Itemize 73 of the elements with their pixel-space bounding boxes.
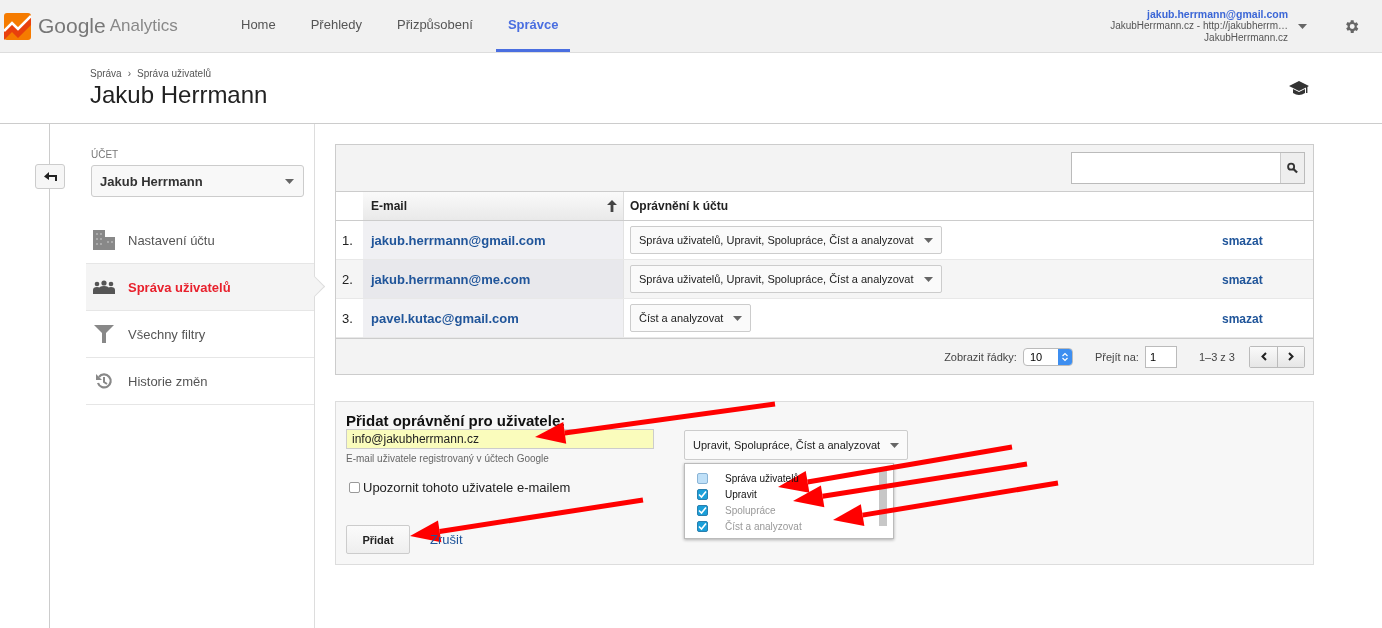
sidebar-item-label: Historie změn — [128, 373, 208, 389]
sidebar-item-label: Všechny filtry — [128, 326, 206, 342]
rows-dropdown[interactable]: 10 — [1022, 347, 1073, 366]
permissions-dropdown[interactable]: Správa uživatelů, Upravit, Spolupráce, Číst a analyzovat — [630, 226, 942, 254]
permissions-dropdown[interactable]: Správa uživatelů, Upravit, Spolupráce, Číst a analyzovat — [630, 265, 942, 293]
nav-tab[interactable]: Přehledy — [298, 0, 374, 52]
column-header: Oprávnění k účtu — [630, 199, 729, 213]
email-hint: E-mail uživatele registrovaný v účtech Google — [346, 453, 550, 464]
page-title: Jakub Herrmann — [90, 80, 268, 109]
row-number: 3. — [342, 310, 353, 326]
chevron-right-icon — [1288, 352, 1294, 361]
row-number: 2. — [342, 271, 353, 287]
pagination-range: 1–3 z 3 — [1198, 350, 1235, 363]
breadcrumb-separator: › — [127, 67, 132, 79]
column-header[interactable]: E-mail — [371, 199, 407, 213]
breadcrumb-link[interactable]: Správa — [90, 67, 122, 79]
nav-tab[interactable]: Home — [229, 0, 288, 52]
filter-icon — [94, 325, 114, 343]
account-email[interactable]: jakub.herrmann@gmail.com — [1147, 8, 1288, 20]
sidebar-item[interactable]: Všechny filtry — [86, 311, 314, 358]
next-page-button[interactable] — [1277, 346, 1304, 367]
building-icon — [93, 230, 115, 250]
option-checkbox[interactable] — [697, 472, 708, 484]
users-icon — [93, 280, 115, 294]
graduation-cap-icon[interactable] — [1289, 80, 1309, 96]
stepper-icon — [1061, 351, 1068, 362]
caret-icon — [890, 442, 900, 448]
caret-icon — [923, 237, 933, 243]
delete-link[interactable]: smazat — [1222, 311, 1263, 326]
back-button[interactable] — [35, 164, 65, 189]
chevron-left-icon — [1260, 352, 1267, 361]
nav-tab[interactable]: Správce — [495, 0, 571, 52]
logo-wordmark: Google — [38, 14, 106, 38]
nav-tab[interactable]: Přizpůsobení — [385, 0, 485, 52]
page-input[interactable]: 1 — [1144, 345, 1177, 368]
add-button[interactable]: Přidat — [346, 525, 410, 554]
search-field[interactable] — [1071, 152, 1305, 184]
delete-link[interactable]: smazat — [1222, 233, 1263, 248]
account-dropdown[interactable]: Jakub Herrmann — [91, 165, 304, 197]
goto-label: Přejít na: — [1094, 350, 1139, 363]
previous-page-button[interactable] — [1250, 346, 1277, 367]
breadcrumb-link[interactable]: Správa uživatelů — [137, 67, 211, 79]
caret-icon — [923, 276, 933, 282]
form-title: Přidat oprávnění pro uživatele: — [346, 412, 567, 429]
caret-icon — [1298, 23, 1307, 29]
cancel-link[interactable]: Zrušit — [430, 532, 463, 547]
sidebar-item-label: Správa uživatelů — [128, 279, 231, 295]
email-input[interactable]: info@jakubherrmann.cz — [346, 429, 654, 449]
sort-arrow-icon — [607, 200, 617, 212]
account-view[interactable]: JakubHerrmann.cz — [1204, 32, 1288, 44]
section-label: ÚČET — [90, 149, 119, 160]
sidebar-item-label: Nastavení účtu — [128, 232, 215, 248]
logo-product-name: Analytics — [109, 16, 178, 36]
permissions-dropdown[interactable]: Upravit, Spolupráce, Číst a analyzovat — [684, 430, 909, 460]
delete-link[interactable]: smazat — [1222, 272, 1263, 287]
history-icon — [95, 372, 113, 390]
row-number: 1. — [342, 232, 353, 248]
notify-checkbox[interactable] — [349, 482, 360, 493]
rows-label: Zobrazit řádky: — [944, 350, 1017, 363]
account-property[interactable]: JakubHerrmann.cz - http://jakubherrm… — [1110, 20, 1288, 32]
search-button[interactable] — [1280, 153, 1304, 183]
search-icon — [1287, 162, 1298, 174]
settings-icon[interactable] — [1343, 17, 1360, 35]
caret-icon — [285, 178, 294, 184]
caret-icon — [733, 315, 743, 321]
logo-icon — [4, 12, 31, 40]
option-checkbox[interactable] — [697, 488, 708, 500]
notify-label: Upozornit tohoto uživatele e-mailem — [363, 480, 571, 495]
scrollbar[interactable] — [879, 470, 887, 526]
option-label[interactable]: Upravit — [725, 488, 757, 500]
back-arrow-icon — [43, 172, 57, 181]
sidebar-item[interactable]: Historie změn — [86, 358, 314, 405]
permissions-dropdown[interactable]: Číst a analyzovat — [630, 304, 752, 332]
